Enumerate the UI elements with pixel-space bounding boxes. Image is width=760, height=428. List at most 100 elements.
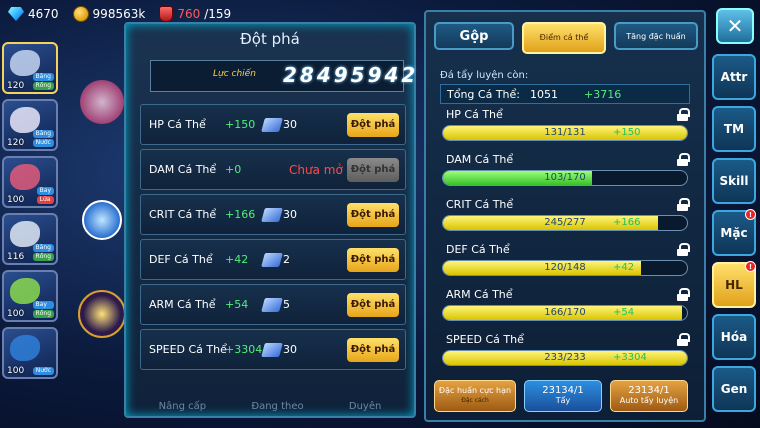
breakthrough-button[interactable]: Đột phá — [347, 247, 399, 272]
extreme-training-button[interactable]: Đặc huấn cực hạn Đặc cách — [434, 380, 516, 412]
stat-progress-text: 166/170 — [544, 307, 586, 318]
individual-stat-row: HP Cá Thể 131/131 +150 — [442, 108, 692, 150]
total-plus: +3716 — [583, 87, 622, 101]
breakthrough-row: CRIT Cá Thể +166 30 Đột phá — [140, 194, 406, 235]
stat-bonus: +54 — [225, 298, 249, 311]
hero-card[interactable]: 100 Nước — [2, 327, 58, 379]
stat-progress-bar: 166/170 +54 — [442, 305, 688, 321]
stat-name: DAM Cá Thể — [149, 163, 217, 176]
auto-reroll-button[interactable]: 23134/1 Auto tẩy luyện — [610, 380, 688, 412]
stat-progress-text: 233/233 — [544, 352, 586, 363]
locked-status: Chưa mở — [289, 162, 343, 177]
hero-portrait — [10, 335, 40, 361]
stamina-max: /159 — [204, 7, 232, 21]
breakthrough-row: DAM Cá Thể +0 Chưa mở Đột phá — [140, 149, 406, 190]
breakthrough-button[interactable]: Đột phá — [347, 337, 399, 362]
reroll-count: 23134/1 — [542, 385, 584, 396]
menu-button-hóa[interactable]: Hóa — [712, 314, 756, 360]
hero-portrait — [10, 164, 40, 190]
breakthrough-button[interactable]: Đột phá — [347, 112, 399, 137]
hero-tag: Rồng — [32, 310, 54, 318]
auto-reroll-count: 23134/1 — [628, 385, 670, 396]
breakthrough-button[interactable]: Đột phá — [347, 202, 399, 227]
menu-button-attr[interactable]: Attr — [712, 54, 756, 100]
menu-button-hl[interactable]: HL! — [712, 261, 756, 308]
individual-stat-row: DAM Cá Thể 103/170 — [442, 153, 692, 195]
individual-stat-row: SPEED Cá Thể 233/233 +3304 — [442, 333, 692, 375]
hero-level: 100 — [7, 309, 25, 319]
hero-card[interactable]: 100 Bay Rồng — [2, 270, 58, 322]
glow-orb-icon — [80, 80, 124, 124]
stat-name: SPEED Cá Thể — [149, 343, 227, 356]
stat-name: SPEED Cá Thể — [446, 333, 524, 346]
gem-icon — [8, 7, 24, 21]
hero-tag: Băng — [32, 244, 54, 252]
stat-progress-bar: 103/170 — [442, 170, 688, 186]
book-icon — [261, 297, 283, 312]
stat-bonus: +42 — [225, 253, 249, 266]
lock-icon[interactable] — [677, 333, 690, 346]
lock-icon[interactable] — [677, 243, 690, 256]
emblem-icon — [78, 290, 126, 338]
total-value: 1051 — [529, 87, 558, 101]
hero-card[interactable]: 116 Băng Rồng — [2, 213, 58, 265]
stat-name: HP Cá Thể — [149, 118, 206, 131]
breakthrough-panel: Đột phá Lực chiến 28495942 HP Cá Thể +15… — [124, 22, 416, 418]
hero-card[interactable]: 100 Bay Lửa — [2, 156, 58, 208]
hero-tags: Băng Nước — [32, 130, 54, 147]
shield-icon[interactable] — [82, 200, 122, 240]
individual-stats-panel: Gộp Điểm cá thể Tăng đặc huấn Đá tẩy luy… — [424, 10, 706, 422]
book-cost: 30 — [283, 343, 297, 356]
hero-tag: Lửa — [36, 196, 54, 204]
hero-card[interactable]: 120 Băng Nước — [2, 99, 58, 151]
right-menu: ✕ Attr TM Skill Mặc! HL! Hóa Gen — [712, 8, 756, 418]
book-icon — [261, 117, 283, 132]
menu-button-tm[interactable]: TM — [712, 106, 756, 152]
panel-title: Đột phá — [240, 30, 300, 48]
hero-tag: Băng — [32, 130, 54, 138]
book-cost: 5 — [283, 298, 290, 311]
nav-upgrade[interactable]: Nâng cấp — [159, 401, 206, 412]
stat-bonus: +166 — [613, 217, 641, 228]
tab-individual-points[interactable]: Điểm cá thể — [522, 22, 606, 54]
menu-button-gen[interactable]: Gen — [712, 366, 756, 412]
tab-special-training[interactable]: Tăng đặc huấn — [614, 22, 698, 50]
close-button[interactable]: ✕ — [716, 8, 754, 44]
background-scene — [62, 60, 128, 390]
individual-stat-row: CRIT Cá Thể 245/277 +166 — [442, 198, 692, 240]
stat-bonus: +166 — [225, 208, 256, 221]
stat-progress-bar: 120/148 +42 — [442, 260, 688, 276]
hero-tag: Rồng — [32, 82, 54, 90]
individual-stat-row: DEF Cá Thể 120/148 +42 — [442, 243, 692, 285]
combat-power-label: Lực chiến — [213, 69, 256, 79]
stat-name: DEF Cá Thể — [446, 243, 510, 256]
nav-bond[interactable]: Duyên — [349, 401, 381, 412]
stat-bonus: +150 — [613, 127, 641, 138]
menu-button-mặc[interactable]: Mặc! — [712, 209, 756, 256]
bottom-nav: Nâng cấp Đang theo Duyên — [136, 401, 404, 412]
breakthrough-button[interactable]: Đột phá — [347, 157, 399, 182]
stat-name: ARM Cá Thể — [149, 298, 216, 311]
stat-bonus: +54 — [613, 307, 635, 318]
hero-card[interactable]: 120 Băng Rồng — [2, 42, 58, 94]
lock-icon[interactable] — [677, 198, 690, 211]
reroll-button[interactable]: 23134/1 Tẩy — [524, 380, 602, 412]
lock-icon[interactable] — [677, 108, 690, 121]
lock-icon[interactable] — [677, 288, 690, 301]
nav-following[interactable]: Đang theo — [251, 401, 303, 412]
extreme-training-sub: Đặc cách — [461, 397, 489, 404]
book-icon — [261, 252, 283, 267]
menu-button-label: HL — [725, 278, 743, 292]
menu-button-skill[interactable]: Skill — [712, 158, 756, 204]
stamina-counter: 760/159 — [159, 6, 231, 22]
action-buttons: Đặc huấn cực hạn Đặc cách 23134/1 Tẩy 23… — [434, 380, 688, 412]
stat-bonus: +3304 — [225, 343, 263, 356]
stat-progress-text: 120/148 — [544, 262, 586, 273]
breakthrough-button[interactable]: Đột phá — [347, 292, 399, 317]
breakthrough-row: DEF Cá Thể +42 2 Đột phá — [140, 239, 406, 280]
stat-name: DAM Cá Thể — [446, 153, 514, 166]
auto-reroll-label: Auto tẩy luyện — [619, 396, 679, 405]
tab-merge[interactable]: Gộp — [434, 22, 514, 50]
combat-power-box: Lực chiến 28495942 — [150, 60, 415, 92]
lock-icon[interactable] — [677, 153, 690, 166]
